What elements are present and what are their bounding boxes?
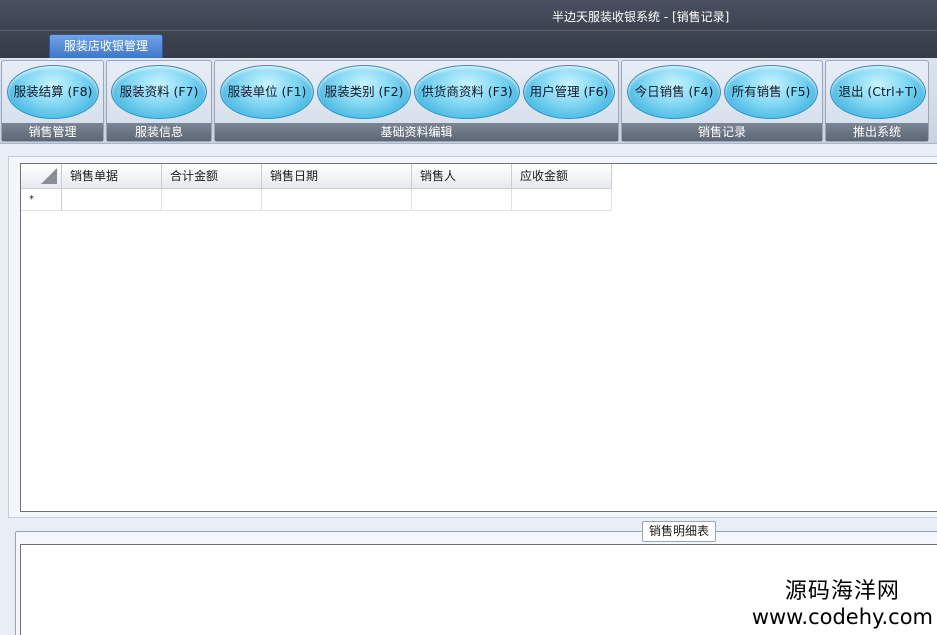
watermark-line1: 源码海洋网 [784,579,900,604]
table-cell[interactable] [412,189,512,211]
ribbon-group-sales-management: 服装结算 (F8) 销售管理 [1,60,104,142]
ribbon-tab-strip: 服装店收银管理 [0,30,937,59]
ribbon-group-label: 销售记录 [622,123,822,141]
column-header-salesperson[interactable]: 销售人 [412,164,512,189]
watermark-line2: www.codehy.com [751,605,933,629]
tab-clothing-cashier-management[interactable]: 服装店收银管理 [49,34,163,59]
sales-detail-title: 销售明细表 [642,521,717,542]
clothing-category-button[interactable]: 服装类别 (F2) [317,65,411,119]
supplier-data-button[interactable]: 供货商资料 (F3) [414,65,520,119]
column-header-sales-date[interactable]: 销售日期 [262,164,412,189]
new-row-marker: * [21,189,62,211]
table-cell[interactable] [512,189,612,211]
ribbon-group-label: 销售管理 [2,123,103,141]
checkout-button[interactable]: 服装结算 (F8) [7,65,99,119]
user-management-button[interactable]: 用户管理 (F6) [523,65,615,119]
ribbon-group-clothing-info: 服装资料 (F7) 服装信息 [106,60,212,142]
exit-button[interactable]: 退出 (Ctrl+T) [830,65,926,119]
watermark: 源码海洋网 www.codehy.com [752,579,933,629]
table-cell[interactable] [162,189,262,211]
ribbon: 服装结算 (F8) 销售管理 服装资料 (F7) 服装信息 服装单位 (F1) … [0,58,937,144]
title-bar: 半边天服装收银系统 - [销售记录] [0,0,937,30]
all-sales-button[interactable]: 所有销售 (F5) [724,65,818,119]
sales-grid-panel: 销售单据 合计金额 销售日期 销售人 应收金额 * [8,156,937,518]
clothing-data-button[interactable]: 服装资料 (F7) [111,65,207,119]
column-header-total-amount[interactable]: 合计金额 [162,164,262,189]
column-header-receivable-amount[interactable]: 应收金额 [512,164,612,189]
table-cell[interactable] [262,189,412,211]
ribbon-group-label: 推出系统 [826,123,928,141]
ribbon-group-basic-data-edit: 服装单位 (F1) 服装类别 (F2) 供货商资料 (F3) 用户管理 (F6)… [214,60,619,142]
table-cell[interactable] [62,189,162,211]
select-all-corner[interactable] [21,164,62,189]
ribbon-group-label: 基础资料编辑 [215,123,618,141]
sales-records-grid[interactable]: 销售单据 合计金额 销售日期 销售人 应收金额 * [20,163,937,512]
column-header-sales-receipt[interactable]: 销售单据 [62,164,162,189]
ribbon-group-sales-records: 今日销售 (F4) 所有销售 (F5) 销售记录 [621,60,823,142]
ribbon-group-exit-system: 退出 (Ctrl+T) 推出系统 [825,60,929,142]
clothing-unit-button[interactable]: 服装单位 (F1) [220,65,314,119]
ribbon-group-label: 服装信息 [107,123,211,141]
today-sales-button[interactable]: 今日销售 (F4) [627,65,721,119]
window-title: 半边天服装收银系统 - [销售记录] [552,10,730,24]
